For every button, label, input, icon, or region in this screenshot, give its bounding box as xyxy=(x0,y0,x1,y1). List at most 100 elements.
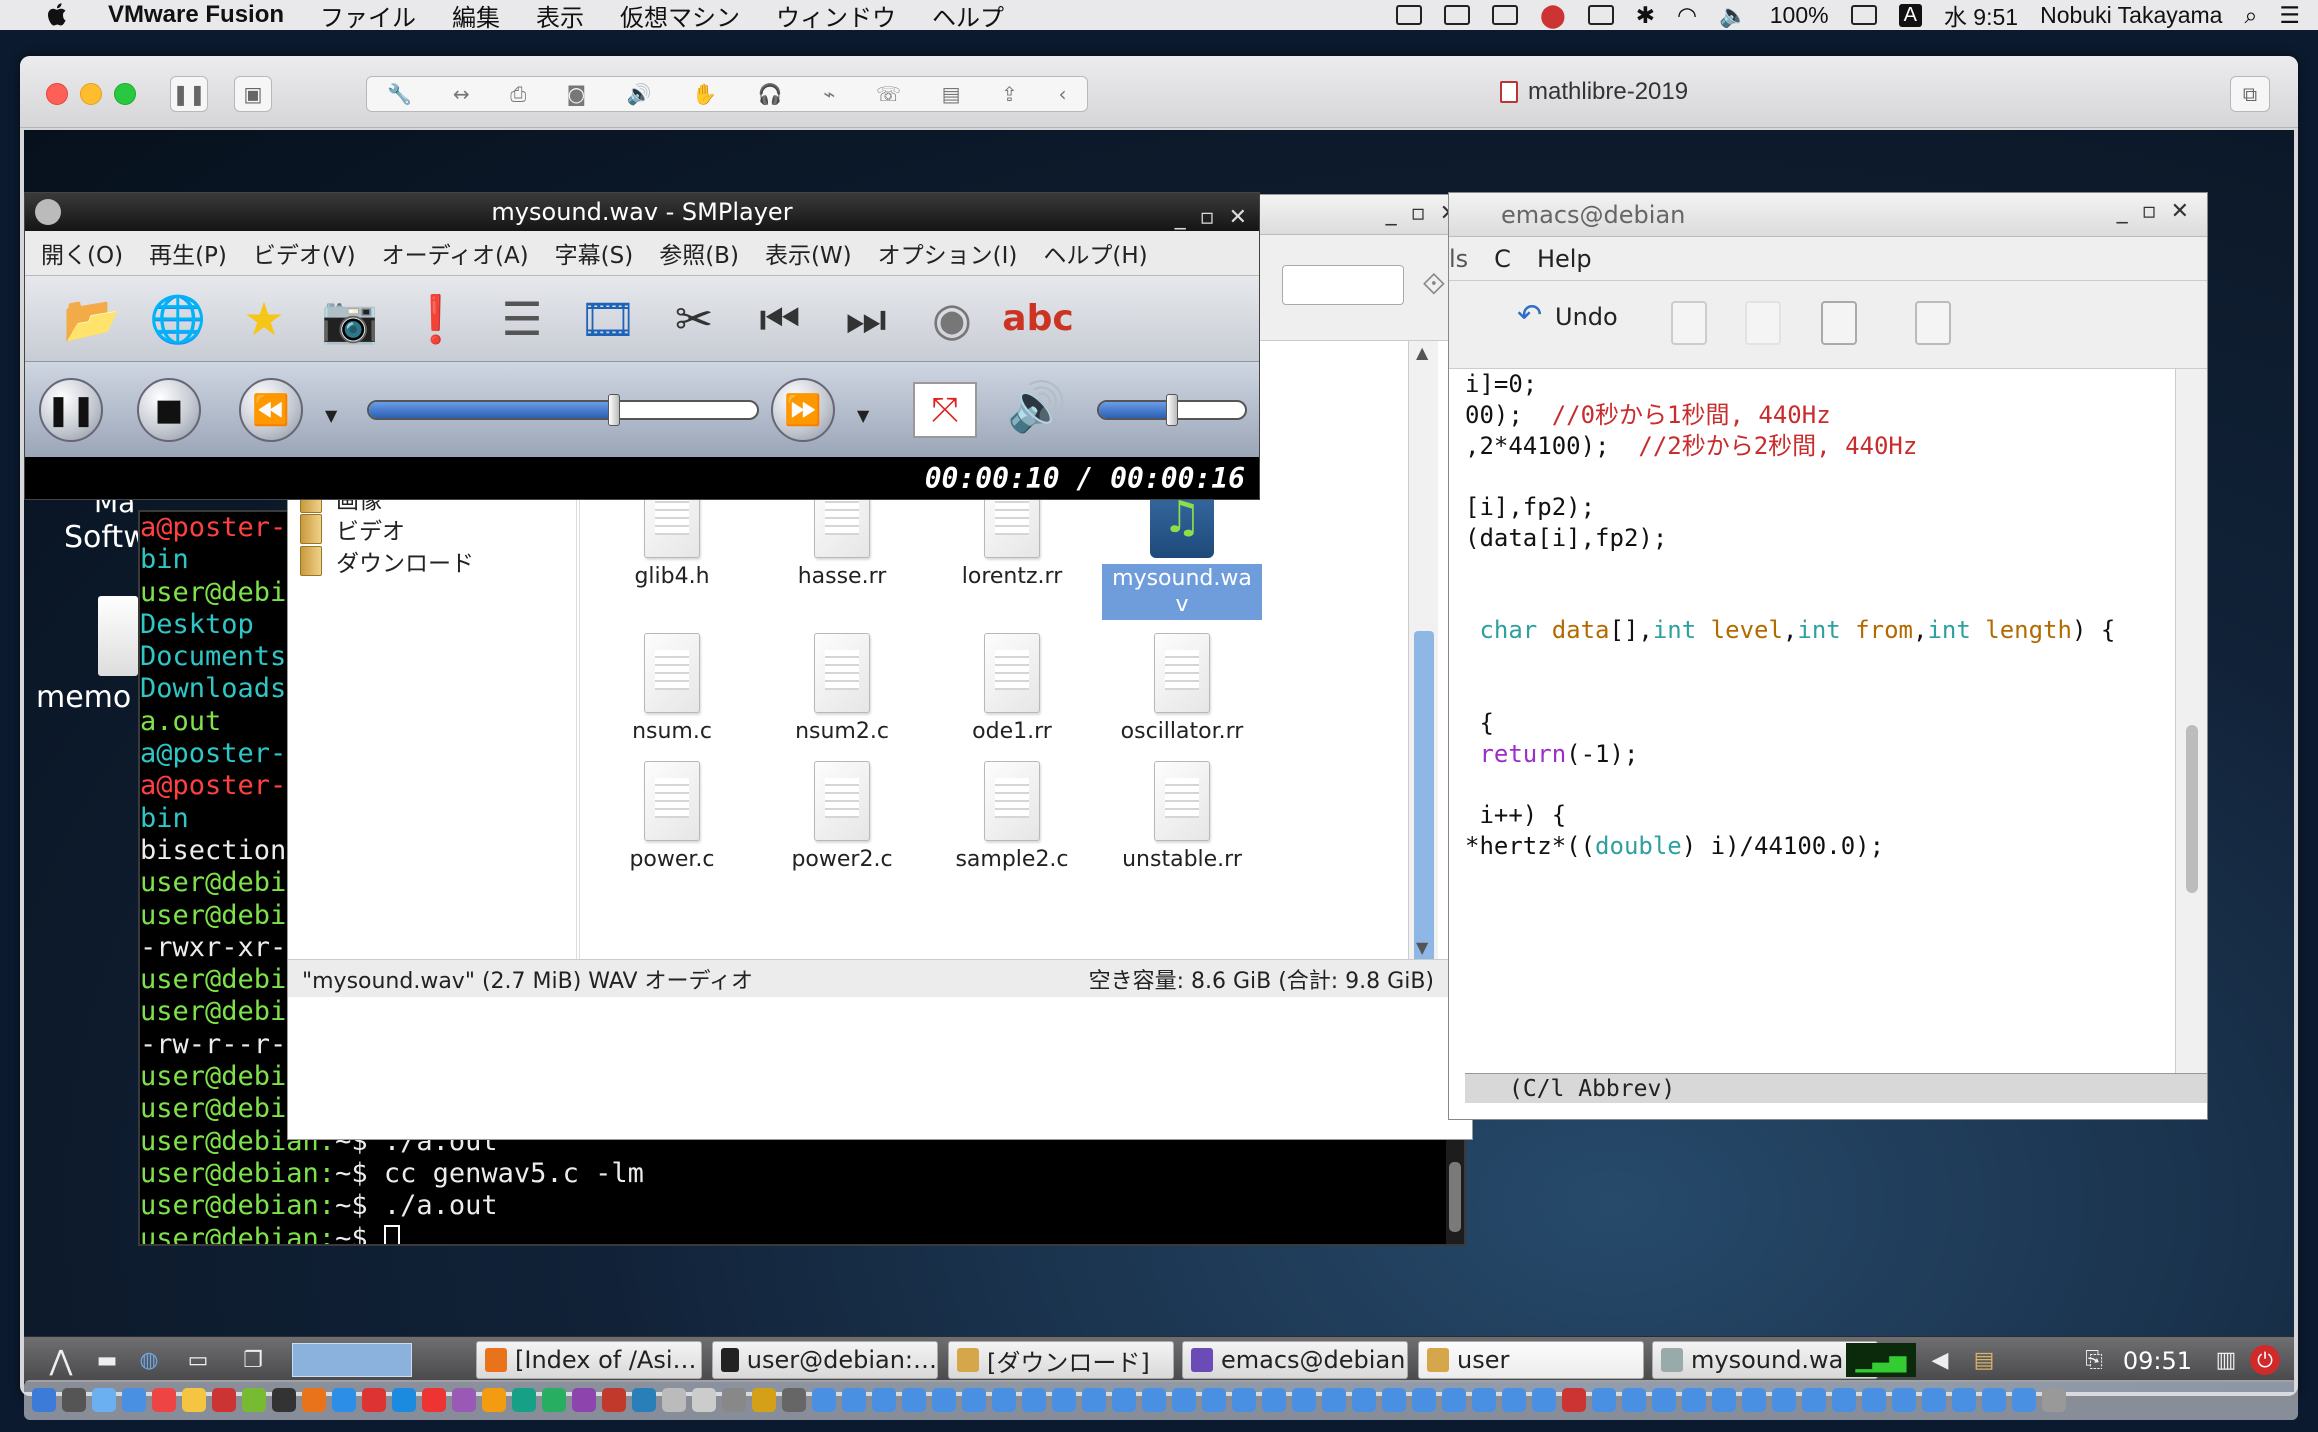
desktop-icon-label[interactable]: memo xyxy=(36,680,131,715)
dock-app-icon[interactable] xyxy=(512,1388,536,1412)
emacs-buffer[interactable]: i]=0; 00); //0秒から1秒間, 440Hz ,2*44100); //2… xyxy=(1465,369,2173,1073)
dock-app-icon[interactable] xyxy=(992,1388,1016,1412)
dock-app-icon[interactable] xyxy=(1262,1388,1286,1412)
snapshot-button[interactable]: ▣ xyxy=(234,76,272,112)
maximize-icon[interactable]: ▫ xyxy=(1200,199,1215,237)
dock-app-icon[interactable] xyxy=(1562,1388,1586,1412)
seek-handle[interactable] xyxy=(607,394,620,426)
dock-app-icon[interactable] xyxy=(482,1388,506,1412)
start-menu-icon[interactable]: ⋀ xyxy=(38,1343,84,1377)
scroll-down-arrow-icon[interactable]: ▼ xyxy=(1416,938,1428,957)
battery-icon[interactable] xyxy=(1850,5,1877,25)
smplayer-titlebar[interactable]: mysound.wav - SMPlayer _ ▫ ✕ xyxy=(25,193,1259,231)
scrollbar-thumb[interactable] xyxy=(2186,725,2198,893)
dock-app-icon[interactable] xyxy=(1922,1388,1946,1412)
dock-app-icon[interactable] xyxy=(1592,1388,1616,1412)
dock-app-icon[interactable] xyxy=(422,1388,446,1412)
preferences-tools-icon[interactable]: ✂ xyxy=(651,287,737,351)
zoom-window-button[interactable] xyxy=(114,83,136,105)
speaker-icon[interactable]: 🔊 xyxy=(627,82,652,106)
menu-clock[interactable]: 水 9:51 xyxy=(1944,0,2018,32)
menu-edit[interactable]: 編集 xyxy=(452,0,500,33)
file-item[interactable]: oscillator.rr xyxy=(1102,633,1262,745)
dock-app-icon[interactable] xyxy=(1742,1388,1766,1412)
taskbar-button-6[interactable]: mysound.wa… xyxy=(1652,1341,1878,1379)
taskbar-button-5[interactable]: user xyxy=(1418,1341,1644,1379)
disk-icon[interactable]: ▤ xyxy=(942,82,961,106)
globe-icon[interactable]: 🌐 xyxy=(135,287,221,351)
dock-app-icon[interactable] xyxy=(1622,1388,1646,1412)
dock-app-icon[interactable] xyxy=(1412,1388,1436,1412)
sidebar-item-7[interactable]: ダウンロード xyxy=(300,544,474,578)
wrench-icon[interactable]: 🔧 xyxy=(387,82,412,106)
dock-app-icon[interactable] xyxy=(1052,1388,1076,1412)
user-name[interactable]: Nobuki Takayama xyxy=(2040,2,2222,29)
dock-app-icon[interactable] xyxy=(302,1388,326,1412)
screen-record-icon[interactable] xyxy=(1396,5,1422,25)
fullscreen-button[interactable]: ⧉ xyxy=(2230,76,2270,112)
arrows-icon[interactable]: ↔ xyxy=(453,82,470,106)
dock-app-icon[interactable] xyxy=(1502,1388,1526,1412)
app-badge-icon[interactable]: ⬤ xyxy=(1540,2,1566,29)
menu-virtual-machine[interactable]: 仮想マシン xyxy=(620,0,740,33)
dock-app-icon[interactable] xyxy=(902,1388,926,1412)
file-item[interactable]: nsum.c xyxy=(592,633,752,745)
phone-icon[interactable]: ☏ xyxy=(876,82,901,106)
window-switcher-icon[interactable]: ❐ xyxy=(234,1343,272,1377)
dock-app-icon[interactable] xyxy=(1832,1388,1856,1412)
dock-app-icon[interactable] xyxy=(1172,1388,1196,1412)
previous-track-icon[interactable]: ⏮ xyxy=(737,287,823,351)
info-icon[interactable]: ❗ xyxy=(393,287,479,351)
dock-app-icon[interactable] xyxy=(1112,1388,1136,1412)
lock-screen-icon[interactable]: ▥ xyxy=(2206,1343,2246,1377)
file-view-scrollbar[interactable]: ▲ ▼ xyxy=(1408,341,1438,967)
dock-app-icon[interactable] xyxy=(452,1388,476,1412)
dock-app-icon[interactable] xyxy=(392,1388,416,1412)
stop-button[interactable]: ■ xyxy=(137,378,201,442)
dock-app-icon[interactable] xyxy=(32,1388,56,1412)
subtitles-icon[interactable]: abc xyxy=(995,287,1081,351)
dock-app-icon[interactable] xyxy=(1952,1388,1976,1412)
copy-icon[interactable] xyxy=(1745,301,1781,345)
rewind-button[interactable]: ⏪ xyxy=(239,378,303,442)
dock-app-icon[interactable] xyxy=(752,1388,776,1412)
headphones-icon[interactable]: 🎧 xyxy=(758,82,783,106)
usb-icon[interactable]: ⌁ xyxy=(823,82,835,106)
emacs-menu-c[interactable]: C xyxy=(1494,245,1511,273)
taskbar-button-2[interactable]: user@debian:… xyxy=(712,1341,938,1379)
dock-app-icon[interactable] xyxy=(1202,1388,1226,1412)
dock-app-icon[interactable] xyxy=(332,1388,356,1412)
fullscreen-icon[interactable]: ⤧ xyxy=(913,382,977,438)
minimize-window-button[interactable] xyxy=(80,83,102,105)
dock-app-icon[interactable] xyxy=(1082,1388,1106,1412)
volume-speaker-icon[interactable]: 🔊 xyxy=(1007,378,1067,435)
dock-app-icon[interactable] xyxy=(92,1388,116,1412)
paste-icon[interactable] xyxy=(1821,301,1857,345)
film-icon[interactable]: 🎞 xyxy=(565,287,651,351)
dock-app-icon[interactable] xyxy=(842,1388,866,1412)
bluetooth-icon[interactable]: ✱ xyxy=(1636,2,1655,29)
dock-app-icon[interactable] xyxy=(932,1388,956,1412)
dock-app-icon[interactable] xyxy=(1352,1388,1376,1412)
dock-app-icon[interactable] xyxy=(122,1388,146,1412)
menu-help[interactable]: ヘルプ xyxy=(932,0,1004,33)
input-source-badge[interactable]: A xyxy=(1898,3,1922,27)
volume-tray-icon[interactable]: ◀ xyxy=(1920,1343,1960,1377)
file-item[interactable]: nsum2.c xyxy=(762,633,922,745)
dock-app-icon[interactable] xyxy=(692,1388,716,1412)
close-icon[interactable]: ✕ xyxy=(1229,199,1247,237)
dock-app-icon[interactable] xyxy=(872,1388,896,1412)
dock-app-icon[interactable] xyxy=(542,1388,566,1412)
forward-menu-arrow-icon[interactable]: ▼ xyxy=(857,406,869,425)
chevron-left-icon[interactable]: ‹ xyxy=(1059,82,1067,106)
clipboard-tray-icon[interactable]: ▤ xyxy=(1966,1343,2002,1377)
dock-app-icon[interactable] xyxy=(1712,1388,1736,1412)
dock-app-icon[interactable] xyxy=(1772,1388,1796,1412)
file-item[interactable]: sample2.c xyxy=(932,761,1092,873)
smplayer-menu-9[interactable]: ヘルプ(H) xyxy=(1043,236,1147,270)
taskbar-button-1[interactable]: [Index of /Asi… xyxy=(476,1341,702,1379)
dock-app-icon[interactable] xyxy=(1382,1388,1406,1412)
forward-button[interactable]: ⏩ xyxy=(771,378,835,442)
vm-icon[interactable] xyxy=(1444,5,1470,25)
spotlight-search-icon[interactable]: ⌕ xyxy=(2244,2,2257,29)
